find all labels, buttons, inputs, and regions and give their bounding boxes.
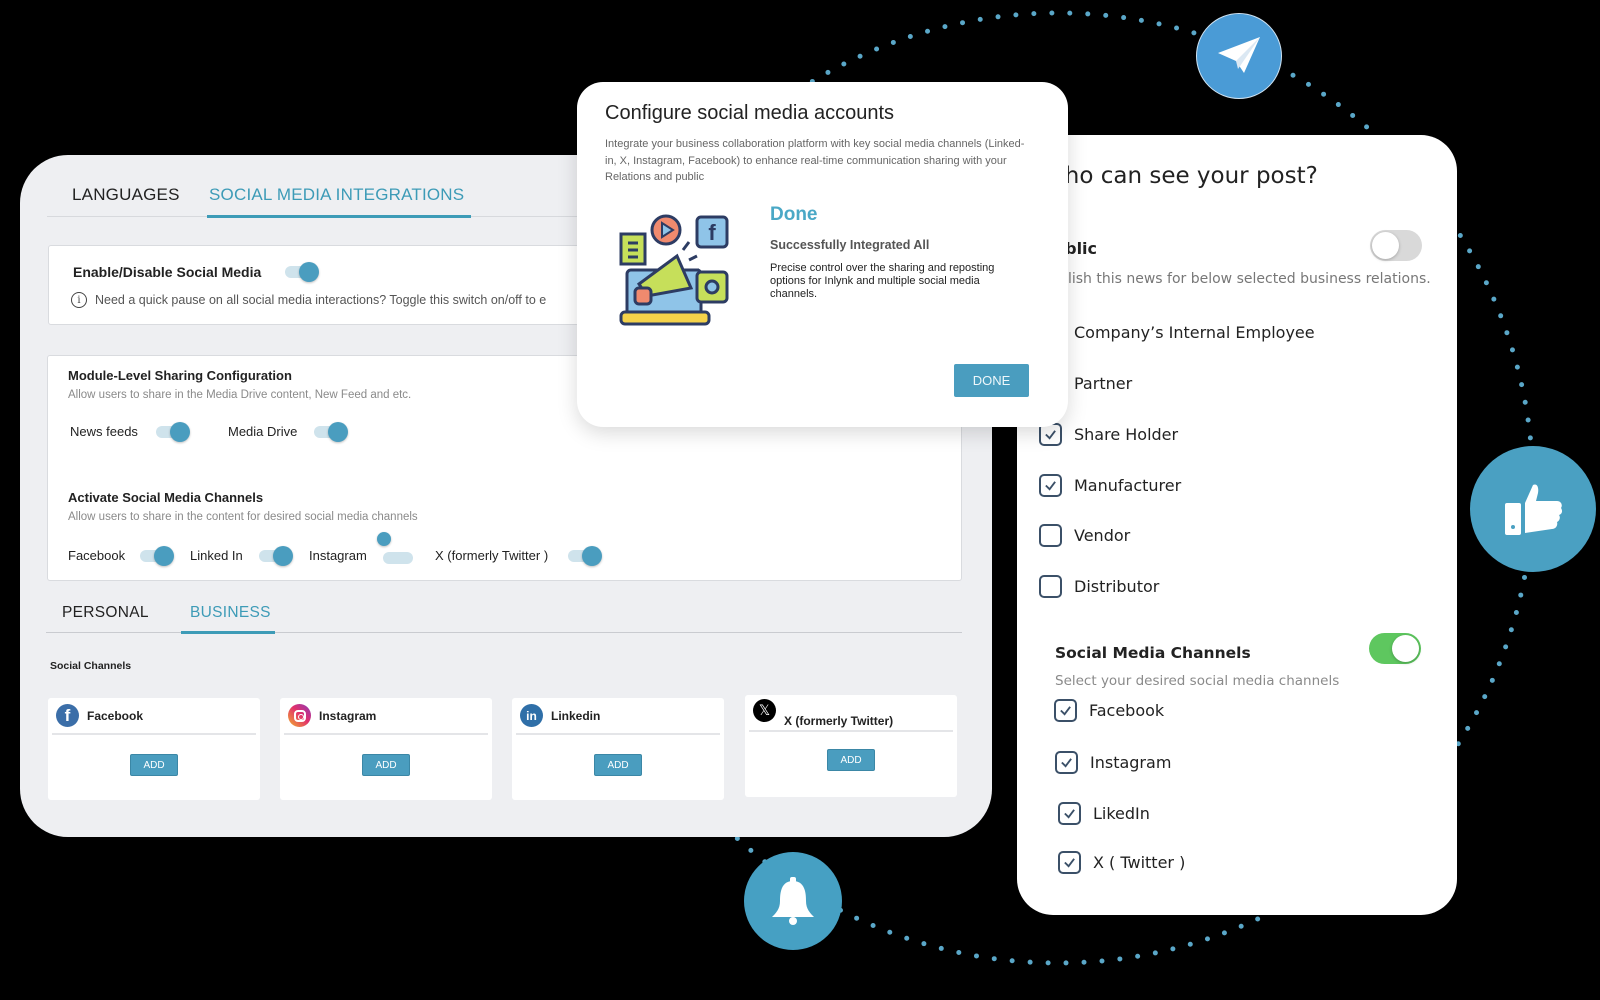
paper-plane-icon [1218, 37, 1260, 73]
enable-social-media-card: Enable/Disable Social Media i Need a qui… [48, 245, 638, 325]
relation-distributor[interactable]: Distributor [1039, 575, 1159, 598]
add-facebook-button[interactable]: ADD [130, 754, 178, 776]
social-media-channels-subtitle: Select your desired social media channel… [1055, 673, 1340, 689]
checkbox-checked[interactable] [1039, 474, 1062, 497]
channel-instagram[interactable]: Instagram [1055, 751, 1171, 774]
tab-business[interactable]: BUSINESS [190, 604, 271, 622]
checkbox-checked[interactable] [1058, 851, 1081, 874]
media-drive-toggle[interactable] [314, 422, 348, 442]
linkedin-channel-card: in Linkedin ADD [512, 698, 724, 800]
relation-vendor[interactable]: Vendor [1039, 524, 1130, 547]
x-channel-toggle[interactable] [568, 546, 602, 566]
configure-social-accounts-dialog: Configure social media accounts Integrat… [577, 82, 1068, 427]
facebook-channel-card: f Facebook ADD [48, 698, 260, 800]
notification-badge [744, 852, 842, 950]
relation-company-internal-employee[interactable]: Company’s Internal Employee [1039, 321, 1315, 344]
social-media-channels-title: Social Media Channels [1055, 644, 1251, 662]
active-account-tab-indicator [181, 631, 275, 634]
checkbox-checked[interactable] [1055, 751, 1078, 774]
status-title: Done [770, 204, 818, 225]
checkbox-checked[interactable] [1058, 802, 1081, 825]
tab-social-media-integrations[interactable]: SOCIAL MEDIA INTEGRATIONS [209, 185, 464, 205]
megaphone-illustration-icon: f [619, 214, 729, 326]
channel-name: Instagram [319, 708, 377, 723]
svg-text:f: f [708, 220, 716, 245]
linkedin-icon: in [520, 704, 543, 727]
dialog-description: Integrate your business collaboration pl… [605, 138, 1025, 183]
add-linkedin-button[interactable]: ADD [594, 754, 642, 776]
status-description: Precise control over the sharing and rep… [770, 262, 995, 300]
checkbox-unchecked[interactable] [1039, 575, 1062, 598]
social-media-channels-toggle[interactable] [1369, 633, 1421, 664]
status-subtitle: Successfully Integrated All [770, 238, 930, 252]
checkbox-checked[interactable] [1054, 699, 1077, 722]
channel-facebook[interactable]: Facebook [1054, 699, 1164, 722]
telegram-badge [1196, 13, 1282, 99]
channel-name: Linkedin [551, 708, 601, 723]
facebook-channel-toggle[interactable] [140, 546, 174, 566]
channel-linkedin[interactable]: LikedIn [1058, 802, 1150, 825]
info-icon: i [71, 292, 87, 308]
x-channel-label: X (formerly Twitter ) [435, 548, 549, 563]
channel-x-twitter[interactable]: X ( Twitter ) [1058, 851, 1185, 874]
instagram-icon [288, 704, 311, 727]
news-feeds-label: News feeds [70, 424, 138, 439]
instagram-channel-toggle[interactable] [377, 532, 413, 564]
bell-icon [772, 877, 814, 925]
news-feeds-toggle[interactable] [156, 422, 190, 442]
public-toggle[interactable] [1370, 230, 1422, 261]
linkedin-channel-label: Linked In [190, 548, 243, 563]
dialog-title: Configure social media accounts [605, 102, 895, 124]
account-type-tabs: PERSONAL BUSINESS [46, 593, 962, 634]
like-badge [1470, 446, 1596, 572]
activate-channels-subtitle: Allow users to share in the content for … [68, 511, 418, 523]
thumbs-up-icon [1505, 484, 1563, 535]
activate-channels-title: Activate Social Media Channels [68, 490, 264, 505]
channel-name: Facebook [87, 708, 144, 723]
post-visibility-panel: Who can see your post? Public Publish th… [1017, 135, 1457, 915]
tab-personal[interactable]: PERSONAL [62, 604, 149, 622]
add-x-button[interactable]: ADD [827, 749, 875, 771]
done-button[interactable]: DONE [954, 364, 1029, 397]
add-instagram-button[interactable]: ADD [362, 754, 410, 776]
tab-languages[interactable]: LANGUAGES [72, 185, 180, 205]
linkedin-channel-toggle[interactable] [259, 546, 293, 566]
facebook-icon: f [56, 704, 79, 727]
module-sharing-subtitle: Allow users to share in the Media Drive … [68, 389, 412, 401]
instagram-channel-card: Instagram ADD [280, 698, 492, 800]
facebook-channel-label: Facebook [68, 548, 126, 563]
enable-social-media-info: Need a quick pause on all social media i… [95, 293, 547, 307]
x-icon: 𝕏 [753, 699, 776, 722]
channel-name: X (formerly Twitter) [784, 714, 894, 728]
social-channels-heading: Social Channels [50, 660, 132, 672]
visibility-title: Who can see your post? [1042, 163, 1318, 189]
checkbox-unchecked[interactable] [1039, 524, 1062, 547]
module-sharing-title: Module-Level Sharing Configuration [68, 368, 292, 383]
enable-social-media-title: Enable/Disable Social Media [73, 264, 262, 280]
x-channel-card: 𝕏 X (formerly Twitter) ADD [745, 695, 957, 797]
public-subtitle: Publish this news for below selected bus… [1042, 271, 1431, 287]
instagram-channel-label: Instagram [309, 548, 367, 563]
active-tab-indicator [207, 215, 471, 218]
enable-social-media-toggle[interactable] [285, 262, 319, 282]
relation-manufacturer[interactable]: Manufacturer [1039, 474, 1181, 497]
media-drive-label: Media Drive [228, 424, 298, 439]
relation-share-holder[interactable]: Share Holder [1039, 423, 1178, 446]
